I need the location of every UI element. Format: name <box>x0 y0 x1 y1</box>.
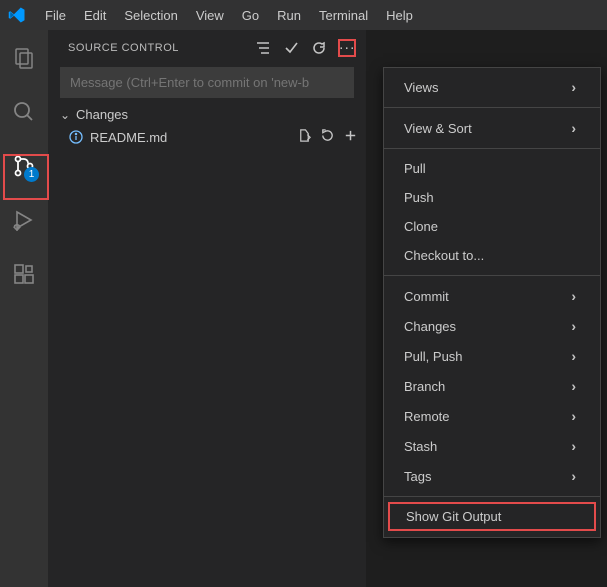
stage-plus-icon[interactable] <box>343 128 358 146</box>
ctx-checkout[interactable]: Checkout to... <box>384 241 600 270</box>
separator <box>384 148 600 149</box>
menu-help[interactable]: Help <box>377 4 422 27</box>
ctx-label: Branch <box>404 379 445 394</box>
file-info-icon <box>68 129 84 145</box>
ctx-label: Changes <box>404 319 456 334</box>
scm-context-menu: Views › View & Sort › Pull Push Clone Chec… <box>383 67 601 538</box>
changes-section[interactable]: ⌄ Changes <box>48 104 366 125</box>
chevron-right-icon: › <box>571 408 576 424</box>
panel-header: Source Control ··· <box>48 30 366 65</box>
file-name: README.md <box>90 130 291 145</box>
ctx-label: Pull, Push <box>404 349 463 364</box>
ctx-label: Remote <box>404 409 450 424</box>
source-control-panel: Source Control ··· ⌄ Changes README.md <box>48 30 366 587</box>
scm-badge: 1 <box>24 167 39 182</box>
ctx-label: Show Git Output <box>406 509 501 524</box>
chevron-right-icon: › <box>571 348 576 364</box>
ctx-label: Clone <box>404 219 438 234</box>
ctx-commit[interactable]: Commit › <box>384 281 600 311</box>
separator <box>384 275 600 276</box>
chevron-right-icon: › <box>571 378 576 394</box>
ctx-tags[interactable]: Tags › <box>384 461 600 491</box>
panel-title: Source Control <box>68 42 248 54</box>
chevron-right-icon: › <box>571 120 576 136</box>
ctx-changes[interactable]: Changes › <box>384 311 600 341</box>
ctx-label: Pull <box>404 161 426 176</box>
menu-run[interactable]: Run <box>268 4 310 27</box>
ctx-remote[interactable]: Remote › <box>384 401 600 431</box>
menu-bar: File Edit Selection View Go Run Terminal… <box>36 4 422 27</box>
panel-actions: ··· <box>254 39 356 57</box>
menu-file[interactable]: File <box>36 4 75 27</box>
search-icon[interactable] <box>0 92 48 132</box>
view-tree-icon[interactable] <box>254 39 272 57</box>
separator <box>384 107 600 108</box>
ctx-show-git-output[interactable]: Show Git Output <box>388 502 596 531</box>
commit-message-input[interactable] <box>60 67 354 98</box>
title-bar: File Edit Selection View Go Run Terminal… <box>0 0 607 30</box>
ctx-stash[interactable]: Stash › <box>384 431 600 461</box>
chevron-right-icon: › <box>571 318 576 334</box>
chevron-right-icon: › <box>571 468 576 484</box>
chevron-right-icon: › <box>571 438 576 454</box>
changes-label: Changes <box>76 107 358 122</box>
file-actions <box>297 128 358 146</box>
ctx-label: Checkout to... <box>404 248 484 263</box>
ctx-pull[interactable]: Pull <box>384 154 600 183</box>
separator <box>384 496 600 497</box>
ctx-views[interactable]: Views › <box>384 72 600 102</box>
chevron-down-icon: ⌄ <box>60 108 70 122</box>
ctx-pull-push[interactable]: Pull, Push › <box>384 341 600 371</box>
chevron-right-icon: › <box>571 79 576 95</box>
source-control-icon[interactable]: 1 <box>0 146 48 186</box>
ctx-label: Views <box>404 80 438 95</box>
ctx-label: Stash <box>404 439 437 454</box>
open-file-icon[interactable] <box>297 128 312 146</box>
activity-bar: 1 <box>0 30 48 587</box>
more-actions-icon[interactable]: ··· <box>338 39 356 57</box>
menu-selection[interactable]: Selection <box>115 4 186 27</box>
changed-file-row[interactable]: README.md <box>48 125 366 149</box>
ctx-label: View & Sort <box>404 121 472 136</box>
extensions-icon[interactable] <box>0 254 48 294</box>
menu-view[interactable]: View <box>187 4 233 27</box>
commit-icon[interactable] <box>282 39 300 57</box>
vscode-logo-icon <box>8 6 26 24</box>
ctx-view-sort[interactable]: View & Sort › <box>384 113 600 143</box>
run-debug-icon[interactable] <box>0 200 48 240</box>
menu-go[interactable]: Go <box>233 4 268 27</box>
refresh-icon[interactable] <box>310 39 328 57</box>
ctx-label: Commit <box>404 289 449 304</box>
chevron-right-icon: › <box>571 288 576 304</box>
ctx-label: Tags <box>404 469 431 484</box>
ctx-clone[interactable]: Clone <box>384 212 600 241</box>
menu-edit[interactable]: Edit <box>75 4 115 27</box>
menu-terminal[interactable]: Terminal <box>310 4 377 27</box>
explorer-icon[interactable] <box>0 38 48 78</box>
discard-icon[interactable] <box>320 128 335 146</box>
ctx-push[interactable]: Push <box>384 183 600 212</box>
ctx-branch[interactable]: Branch › <box>384 371 600 401</box>
ctx-label: Push <box>404 190 434 205</box>
